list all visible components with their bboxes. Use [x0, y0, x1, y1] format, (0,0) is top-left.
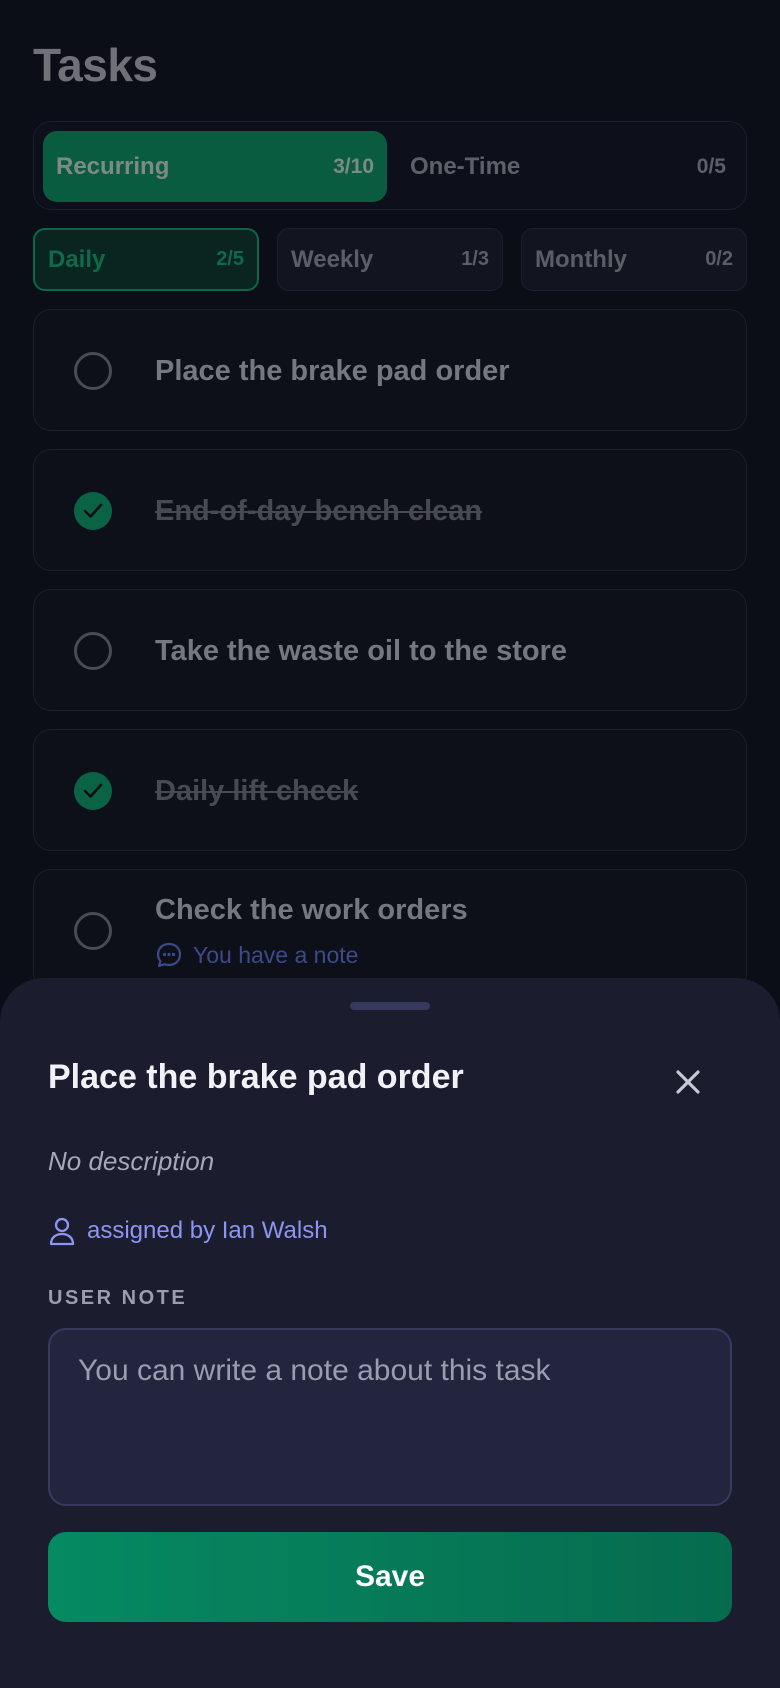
- segment-count: 3/10: [333, 154, 374, 178]
- filter-count: 2/5: [216, 248, 244, 270]
- page-title: Tasks: [33, 39, 158, 91]
- task-label: Take the waste oil to the store: [155, 634, 568, 667]
- user-note-input[interactable]: [48, 1328, 732, 1506]
- task-checkbox-checked[interactable]: [74, 492, 112, 530]
- segment-label: Recurring: [56, 152, 170, 180]
- task-detail-sheet: Place the brake pad order No description…: [0, 978, 780, 1688]
- filter-label: Monthly: [535, 245, 627, 273]
- segment-count: 0/5: [696, 154, 726, 178]
- task-label: End-of-day bench clean: [155, 494, 483, 527]
- task-card[interactable]: Check the work orders You have a note: [33, 869, 747, 991]
- task-checkbox[interactable]: [74, 912, 112, 950]
- task-checkbox[interactable]: [74, 352, 112, 390]
- task-card[interactable]: Daily lift check: [33, 729, 747, 851]
- task-note-text: You have a note: [193, 941, 359, 968]
- filter-daily[interactable]: Daily 2/5: [33, 228, 259, 291]
- segment-label: One-Time: [410, 152, 521, 180]
- checkmark-icon: [83, 503, 103, 518]
- task-label: Place the brake pad order: [155, 354, 510, 387]
- segment-one-time[interactable]: One-Time 0/5: [397, 131, 739, 202]
- assigned-by: assigned by Ian Walsh: [48, 1216, 328, 1246]
- filter-label: Daily: [48, 245, 106, 273]
- task-checkbox-checked[interactable]: [74, 772, 112, 810]
- sheet-drag-handle[interactable]: [350, 1002, 430, 1010]
- task-note-indicator: You have a note: [155, 941, 358, 969]
- close-icon: [676, 1070, 700, 1094]
- task-description: No description: [48, 1146, 215, 1176]
- task-type-segment: Recurring 3/10 One-Time 0/5: [33, 121, 747, 210]
- task-card[interactable]: End-of-day bench clean: [33, 449, 747, 571]
- segment-recurring[interactable]: Recurring 3/10: [43, 131, 387, 202]
- user-note-heading: USER NOTE: [48, 1287, 188, 1309]
- user-icon: [49, 1217, 75, 1246]
- filter-count: 1/3: [461, 248, 489, 270]
- save-button[interactable]: Save: [48, 1532, 732, 1622]
- filter-monthly[interactable]: Monthly 0/2: [521, 228, 747, 291]
- task-label: Check the work orders: [155, 894, 468, 926]
- task-label: Daily lift check: [155, 774, 359, 807]
- filter-weekly[interactable]: Weekly 1/3: [277, 228, 503, 291]
- task-checkbox[interactable]: [74, 632, 112, 670]
- checkmark-icon: [83, 783, 103, 798]
- task-card[interactable]: Place the brake pad order: [33, 309, 747, 431]
- assigned-by-text: assigned by Ian Walsh: [87, 1217, 328, 1244]
- filter-count: 0/2: [705, 248, 733, 270]
- task-card[interactable]: Take the waste oil to the store: [33, 589, 747, 711]
- sheet-title: Place the brake pad order: [48, 1058, 464, 1096]
- tasks-screen: Tasks Recurring 3/10 One-Time 0/5 Daily …: [0, 0, 780, 1688]
- close-button[interactable]: [668, 1062, 708, 1102]
- filter-label: Weekly: [291, 245, 374, 273]
- chat-bubble-icon: [156, 942, 182, 968]
